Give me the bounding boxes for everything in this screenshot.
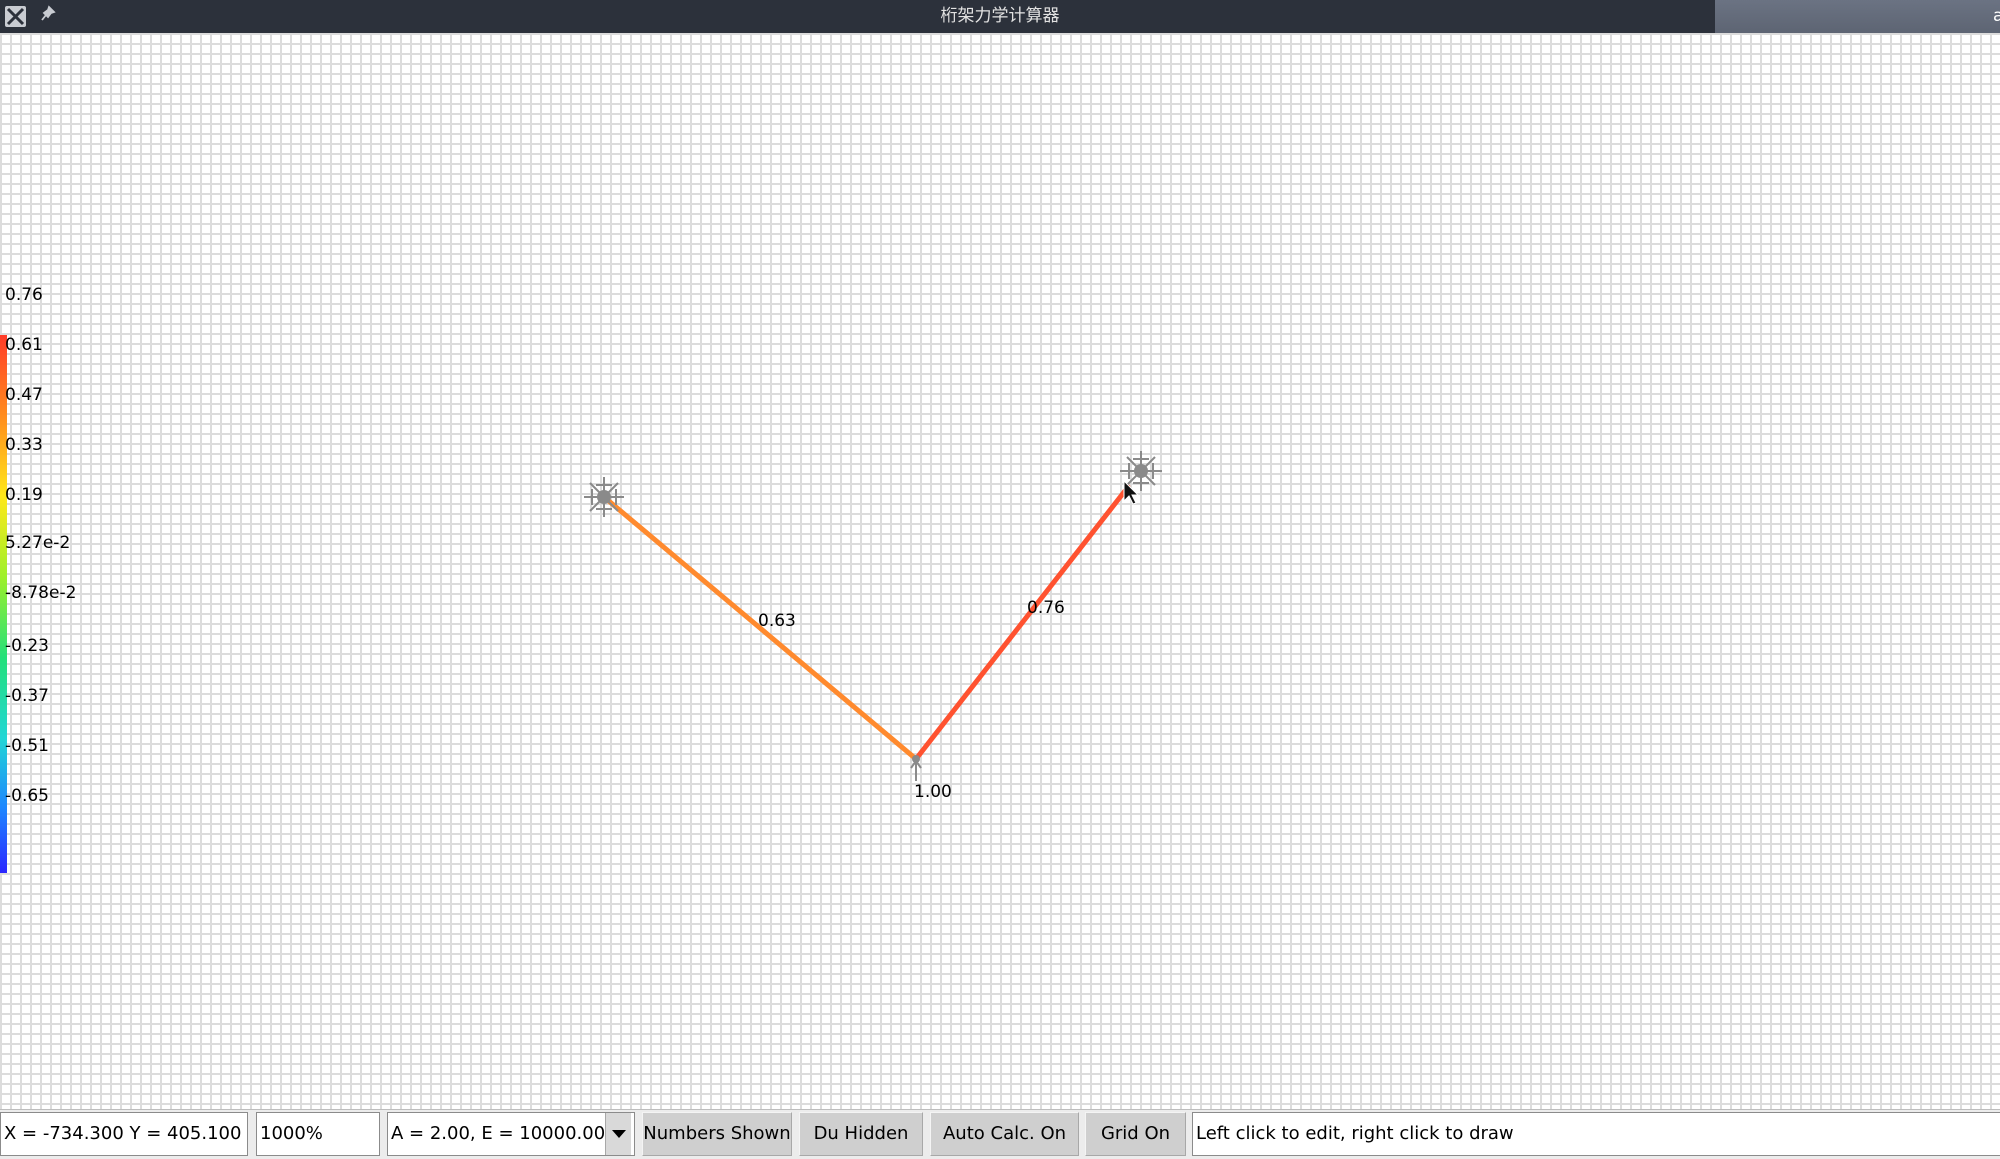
material-select[interactable]: A = 2.00, E = 10000.00 bbox=[387, 1112, 635, 1156]
member-force-label: 0.63 bbox=[758, 611, 796, 631]
auto-calc-toggle-button[interactable]: Auto Calc. On bbox=[930, 1112, 1079, 1156]
bottom-toolbar: X = -734.300 Y = 405.100 1000% A = 2.00,… bbox=[0, 1109, 2000, 1159]
material-select-value: A = 2.00, E = 10000.00 bbox=[391, 1123, 606, 1144]
load-node[interactable] bbox=[910, 755, 922, 781]
overlay-glyph: a bbox=[1993, 6, 2000, 26]
coordinates-display: X = -734.300 Y = 405.100 bbox=[0, 1112, 248, 1156]
truss-drawing bbox=[584, 451, 1162, 781]
grid-toggle-button[interactable]: Grid On bbox=[1085, 1112, 1186, 1156]
window-title: 桁架力学计算器 bbox=[940, 6, 1060, 26]
truss-member-right[interactable] bbox=[913, 484, 1131, 762]
numbers-toggle-button[interactable]: Numbers Shown bbox=[642, 1112, 792, 1156]
fixed-support-left[interactable] bbox=[584, 477, 624, 517]
dropdown-button[interactable] bbox=[605, 1113, 631, 1155]
member-force-label: 0.76 bbox=[1027, 598, 1065, 618]
zoom-field[interactable]: 1000% bbox=[256, 1112, 380, 1156]
du-toggle-button[interactable]: Du Hidden bbox=[799, 1112, 923, 1156]
drawing-canvas[interactable]: 0.76 0.61 0.47 0.33 0.19 5.27e-2 -8.78e-… bbox=[0, 33, 2000, 1109]
hint-text: Left click to edit, right click to draw bbox=[1192, 1112, 2000, 1156]
mouse-cursor-icon bbox=[1123, 479, 1140, 505]
load-value-label: 1.00 bbox=[914, 782, 952, 802]
title-bar: 桁架力学计算器 a bbox=[0, 0, 2000, 43]
chevron-down-icon bbox=[612, 1130, 626, 1138]
